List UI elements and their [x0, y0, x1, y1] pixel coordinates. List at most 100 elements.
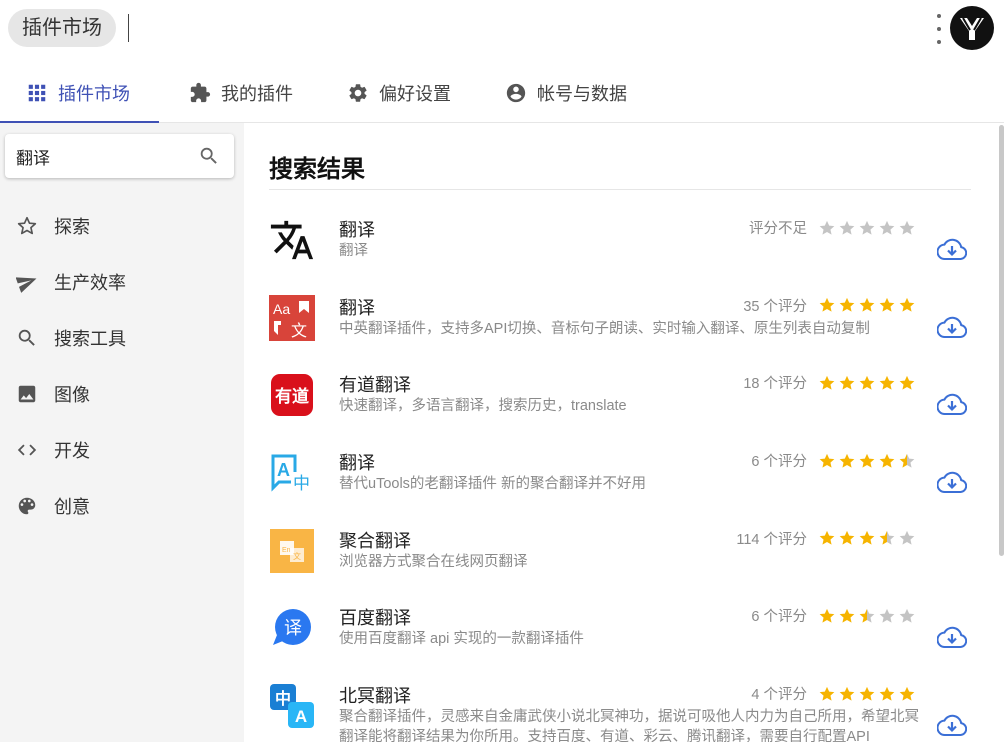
send-icon	[16, 277, 37, 293]
rating-star-icon	[879, 375, 895, 390]
app-title[interactable]: 插件市场	[8, 9, 116, 47]
plugin-name: 百度翻译	[339, 608, 411, 629]
category-label: 探索	[54, 217, 90, 237]
rating-text: 18 个评分	[743, 376, 807, 393]
cloud-download-icon[interactable]	[937, 316, 967, 340]
rating-text: 评分不足	[749, 221, 807, 237]
plugin-description: 浏览器方式聚合在线网页翻译	[339, 553, 528, 570]
svg-text:A: A	[277, 460, 290, 480]
rating-star-icon	[859, 453, 875, 468]
category-item-explore[interactable]: 探索	[0, 198, 244, 254]
cloud-download-icon[interactable]	[937, 471, 967, 495]
gear-icon	[349, 84, 367, 102]
svg-text:Aa: Aa	[273, 301, 290, 317]
search-icon[interactable]	[198, 145, 220, 167]
rating-star-icon	[879, 298, 895, 312]
result-item[interactable]: 翻译 翻译 评分不足	[244, 202, 999, 280]
star-outline-icon	[17, 216, 37, 235]
rating: 18 个评分	[743, 372, 916, 393]
plugin-description: 替代uTools的老翻译插件 新的聚合翻译并不好用	[339, 476, 646, 493]
cloud-download-icon[interactable]	[937, 714, 967, 738]
star-rating	[816, 296, 916, 314]
rating-star-icon	[839, 220, 855, 235]
tab-my-plugins[interactable]: 我的插件	[159, 64, 321, 122]
aggregate-translate-icon: En 文	[270, 528, 314, 573]
category-item-dev[interactable]: 开发	[0, 422, 244, 478]
rating-star-icon	[819, 375, 835, 390]
result-item[interactable]: 有道 有道翻译 快速翻译，多语言翻译，搜索历史，translate 18 个评分	[244, 357, 999, 435]
rating-star-icon	[859, 298, 875, 312]
star-rating	[816, 452, 916, 470]
tab-label: 插件市场	[58, 84, 130, 104]
aa-translate-icon: Aa 文	[269, 294, 315, 341]
rating-star-icon	[899, 375, 915, 390]
star-rating	[816, 374, 916, 392]
plugin-name: 北冥翻译	[339, 686, 411, 707]
sidebar: 探索 生产效率 搜索工具 图像 开发	[0, 123, 244, 742]
category-label: 开发	[54, 441, 90, 461]
puzzle-icon	[190, 82, 211, 103]
rating-star-icon	[819, 686, 835, 701]
result-item[interactable]: 中 A 北冥翻译 聚合翻译插件，灵感来自金庸武侠小说北冥神功，据说可吸他人内力为…	[244, 668, 999, 742]
category-item-creative[interactable]: 创意	[0, 478, 244, 534]
results-list: 翻译 翻译 评分不足 Aa 文 翻译 中英翻译插件，支持多API切换、音标句子朗…	[244, 202, 999, 742]
rating-star-icon	[899, 531, 915, 545]
plugin-name: 翻译	[339, 297, 375, 318]
utools-logo-icon[interactable]	[950, 6, 994, 50]
palette-icon	[18, 497, 36, 515]
rating-text: 6 个评分	[751, 454, 807, 471]
rating-star-icon	[879, 220, 895, 235]
category-item-productivity[interactable]: 生产效率	[0, 254, 244, 310]
translate-icon	[270, 220, 314, 260]
rating-star-icon	[879, 608, 895, 623]
cloud-download-icon[interactable]	[937, 238, 967, 262]
baidu-icon-text: 译	[284, 618, 302, 639]
category-item-search-tools[interactable]: 搜索工具	[0, 310, 244, 366]
rating-star-icon	[899, 453, 915, 468]
rating-star-icon	[859, 686, 875, 701]
rating-star-icon	[859, 375, 875, 390]
category-label: 创意	[54, 497, 90, 517]
tab-preferences[interactable]: 偏好设置	[321, 64, 479, 122]
youdao-icon-text: 有道	[275, 386, 309, 407]
result-item[interactable]: 译 百度翻译 使用百度翻译 api 实现的一款翻译插件 6 个评分	[244, 590, 999, 668]
svg-text:En: En	[282, 547, 291, 554]
rating-star-icon	[859, 220, 875, 235]
divider	[269, 189, 971, 190]
result-item[interactable]: A 中 翻译 替代uTools的老翻译插件 新的聚合翻译并不好用 6 个评分	[244, 435, 999, 513]
svg-text:中: 中	[293, 474, 310, 494]
svg-text:A: A	[295, 707, 307, 726]
star-rating	[816, 685, 916, 703]
tab-plugin-market[interactable]: 插件市场	[0, 64, 159, 123]
plugin-description: 聚合翻译插件，灵感来自金庸武侠小说北冥神功，据说可吸他人内力为自己所用，希望北冥…	[339, 709, 919, 742]
cloud-download-icon[interactable]	[937, 626, 967, 650]
tab-bar: 插件市场 我的插件 偏好设置 帐号与数据	[0, 64, 1004, 123]
beiming-translate-icon: 中 A	[270, 684, 314, 729]
search-input[interactable]	[16, 146, 196, 166]
rating-text: 6 个评分	[751, 609, 807, 626]
plugin-description: 翻译	[339, 243, 368, 259]
star-rating	[816, 529, 916, 547]
rating-star-icon	[819, 531, 835, 545]
more-menu-icon[interactable]	[934, 14, 944, 44]
cloud-download-icon[interactable]	[937, 393, 967, 417]
star-rating	[816, 219, 916, 237]
grid-icon	[28, 84, 46, 102]
category-item-image[interactable]: 图像	[0, 366, 244, 422]
image-icon	[18, 385, 36, 403]
result-item[interactable]: En 文 聚合翻译 浏览器方式聚合在线网页翻译 114 个评分	[244, 513, 999, 591]
category-list: 探索 生产效率 搜索工具 图像 开发 创意	[0, 198, 244, 534]
rating-star-icon	[839, 686, 855, 701]
rating-text: 4 个评分	[751, 687, 807, 704]
svg-text:文: 文	[293, 551, 301, 561]
tab-account-data[interactable]: 帐号与数据	[479, 64, 659, 122]
rating-star-icon	[839, 453, 855, 468]
rating-star-icon	[899, 686, 915, 701]
rating-star-icon	[899, 220, 915, 235]
rating-star-icon	[899, 608, 915, 623]
plugin-description: 使用百度翻译 api 实现的一款翻译插件	[339, 631, 584, 648]
section-title: 搜索结果	[269, 156, 365, 183]
scrollbar[interactable]	[999, 125, 1004, 556]
result-item[interactable]: Aa 文 翻译 中英翻译插件，支持多API切换、音标句子朗读、实时输入翻译、原生…	[244, 280, 999, 358]
rating-star-icon	[839, 531, 855, 545]
